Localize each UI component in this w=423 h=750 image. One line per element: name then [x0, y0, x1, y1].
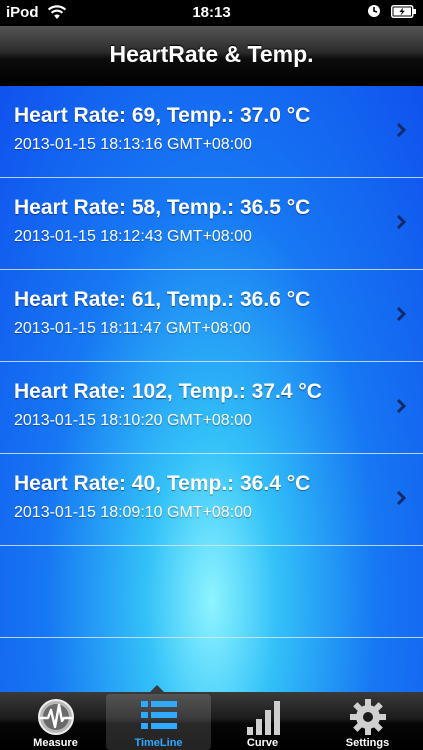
empty-row	[0, 546, 423, 638]
record-row[interactable]: Heart Rate: 58, Temp.: 36.5 °C 2013-01-1…	[0, 178, 423, 270]
tab-label: Curve	[246, 737, 279, 749]
tab-bar: Measure TimeLine Curve Settings	[0, 685, 423, 750]
records-list[interactable]: Heart Rate: 69, Temp.: 37.0 °C 2013-01-1…	[0, 86, 423, 692]
tab-label: Settings	[345, 737, 390, 749]
tab-label: TimeLine	[134, 737, 183, 749]
record-title: Heart Rate: 61, Temp.: 36.6 °C	[14, 288, 311, 311]
status-time: 18:13	[192, 4, 231, 21]
chevron-right-icon	[396, 122, 407, 138]
record-row[interactable]: Heart Rate: 61, Temp.: 36.6 °C 2013-01-1…	[0, 270, 423, 362]
page-title: HeartRate & Temp.	[109, 41, 314, 67]
selected-tab-indicator	[150, 685, 164, 692]
record-row[interactable]: Heart Rate: 102, Temp.: 37.4 °C 2013-01-…	[0, 362, 423, 454]
record-title: Heart Rate: 102, Temp.: 37.4 °C	[14, 380, 322, 403]
tab-curve[interactable]: Curve	[210, 694, 315, 750]
timeline-list-icon	[140, 701, 177, 729]
record-timestamp: 2013-01-15 18:09:10 GMT+08:00	[14, 504, 252, 521]
record-row[interactable]: Heart Rate: 40, Temp.: 36.4 °C 2013-01-1…	[0, 454, 423, 546]
record-timestamp: 2013-01-15 18:10:20 GMT+08:00	[14, 412, 252, 429]
record-title: Heart Rate: 69, Temp.: 37.0 °C	[14, 104, 311, 127]
tab-timeline[interactable]: TimeLine	[106, 694, 211, 750]
record-title: Heart Rate: 40, Temp.: 36.4 °C	[14, 472, 311, 495]
status-right	[367, 4, 417, 18]
record-row[interactable]: Heart Rate: 69, Temp.: 37.0 °C 2013-01-1…	[0, 86, 423, 178]
tab-measure[interactable]: Measure	[3, 694, 108, 750]
chevron-right-icon	[396, 490, 407, 506]
tab-label: Measure	[33, 737, 78, 749]
chevron-right-icon	[396, 306, 407, 322]
chevron-right-icon	[396, 398, 407, 414]
record-title: Heart Rate: 58, Temp.: 36.5 °C	[14, 196, 311, 219]
chevron-right-icon	[396, 214, 407, 230]
navigation-bar: HeartRate & Temp.	[0, 26, 423, 86]
record-timestamp: 2013-01-15 18:11:47 GMT+08:00	[14, 320, 251, 337]
signal-bars-icon	[246, 701, 280, 735]
battery-charging-icon	[391, 4, 416, 18]
orientation-lock-icon	[368, 5, 380, 17]
status-bar: iPod 18:13	[0, 0, 423, 26]
gear-icon	[349, 699, 386, 735]
record-timestamp: 2013-01-15 18:13:16 GMT+08:00	[14, 136, 252, 153]
tab-settings[interactable]: Settings	[315, 694, 420, 750]
heartbeat-gauge-icon	[37, 699, 74, 735]
record-timestamp: 2013-01-15 18:12:43 GMT+08:00	[14, 228, 252, 245]
